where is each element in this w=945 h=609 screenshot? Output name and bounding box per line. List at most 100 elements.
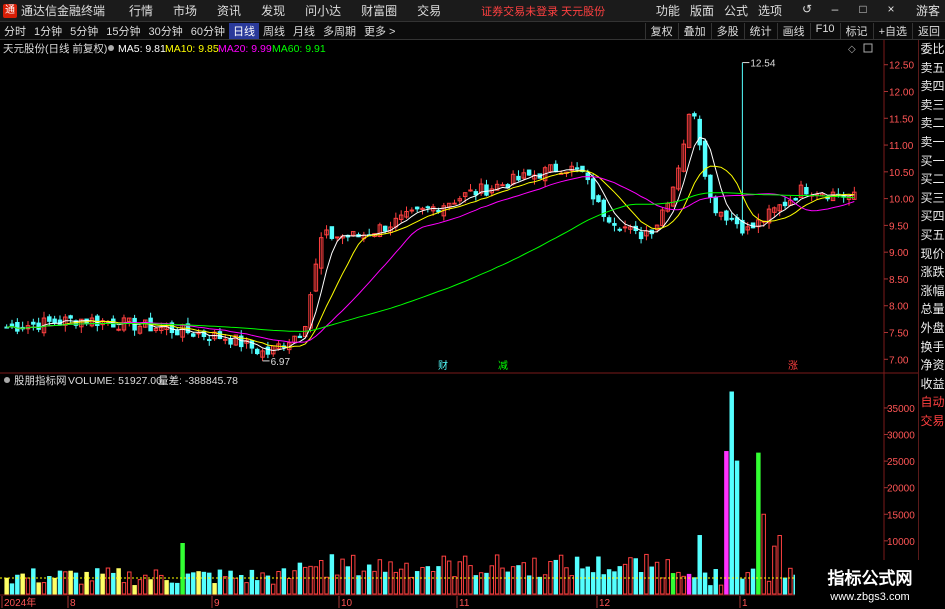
volume-tick: 15000 [887, 510, 915, 521]
volume-bar [772, 545, 777, 595]
candle-body [574, 167, 580, 170]
candle-body [36, 322, 41, 330]
menu-wealth-circle[interactable]: 财富圈 [351, 2, 407, 19]
menu-options[interactable]: 选项 [753, 2, 787, 19]
period-timeshare[interactable]: 分时 [0, 23, 30, 39]
period-1min[interactable]: 1分钟 [30, 23, 66, 39]
volume-bar [446, 560, 452, 595]
guest-label[interactable]: 游客 [911, 2, 945, 19]
side-panel-item[interactable]: 卖二 [919, 114, 945, 133]
period-monthly[interactable]: 月线 [289, 23, 319, 39]
side-panel-item[interactable]: 卖五 [919, 59, 945, 78]
event-marker-reduce[interactable]: 减 [498, 360, 508, 372]
menu-formula[interactable]: 公式 [719, 2, 753, 19]
period-60min[interactable]: 60分钟 [187, 23, 229, 39]
period-multi[interactable]: 多周期 [319, 23, 360, 39]
tool-add-watch[interactable]: +自选 [872, 22, 912, 39]
menu-discover[interactable]: 发现 [251, 2, 295, 19]
tool-mark[interactable]: 标记 [839, 22, 873, 39]
volume-bar [756, 452, 761, 595]
volume-bar [137, 579, 143, 595]
side-panel-item[interactable]: 卖四 [919, 77, 945, 96]
side-panel-item[interactable]: 净资 [919, 356, 945, 375]
side-panel-item[interactable]: 卖三 [919, 96, 945, 115]
side-panel-item[interactable]: 外盘 [919, 319, 945, 338]
side-panel-item[interactable]: 涨跌 [919, 263, 945, 282]
volume-bar [4, 577, 9, 595]
tool-adjust[interactable]: 复权 [644, 22, 678, 39]
period-more[interactable]: 更多 > [360, 23, 399, 39]
candle-body [452, 202, 457, 205]
candle-body [31, 321, 36, 325]
menu-ask-xiaoda[interactable]: 问小达 [295, 2, 351, 19]
refresh-icon[interactable]: ↺ [793, 2, 821, 19]
volume-tick: 10000 [887, 537, 915, 548]
volume-bar [468, 565, 473, 595]
candle-body [697, 118, 702, 146]
menu-trade[interactable]: 交易 [407, 2, 451, 19]
side-panel-item[interactable]: 买二 [919, 170, 945, 189]
volume-bar [777, 535, 782, 595]
tool-f10[interactable]: F10 [809, 22, 840, 39]
volume-bar [95, 568, 100, 595]
side-panel-item[interactable]: 卖一 [919, 133, 945, 152]
side-panel-item[interactable]: 买三 [919, 189, 945, 208]
candle-body [617, 228, 622, 231]
candle-body [196, 332, 201, 335]
period-30min[interactable]: 30分钟 [145, 23, 187, 39]
volume-bar [318, 560, 324, 595]
menu-news[interactable]: 资讯 [207, 2, 251, 19]
maximize-icon[interactable]: □ [849, 2, 877, 19]
chart-canvas[interactable]: 天元股份(日线 前复权) MA5: 9.81 MA10: 9.85 MA20: … [0, 40, 918, 609]
volume-indicator-title[interactable]: 股朋指标网 [14, 374, 67, 387]
side-panel-item[interactable]: 换手 [919, 338, 945, 357]
tool-stats[interactable]: 统计 [743, 22, 777, 39]
candle-body [526, 169, 532, 176]
side-panel-item[interactable]: 交易 [919, 412, 945, 431]
quote-side-panel: 委比 卖五 卖四 卖三 卖二 卖一 买一 买二 买三 买四 买五 现价 涨跌 涨幅 总量 外盘 换手 净资 收益 自动… [918, 40, 945, 609]
volume-bar [628, 557, 633, 595]
period-daily[interactable]: 日线 [229, 22, 259, 39]
price-tick: 9.50 [889, 221, 909, 232]
volume-bar [89, 580, 95, 595]
side-panel-item[interactable]: 自动 [919, 393, 945, 412]
tool-draw[interactable]: 画线 [776, 22, 810, 39]
tool-back[interactable]: 返回 [912, 22, 945, 39]
side-panel-item[interactable]: 买四 [919, 207, 945, 226]
menu-layout[interactable]: 版面 [685, 2, 719, 19]
volume-bar [52, 577, 57, 595]
login-notice[interactable]: 证券交易未登录 天元股份 [481, 3, 605, 19]
event-marker-rise[interactable]: 涨 [788, 360, 798, 372]
menu-market[interactable]: 市场 [163, 2, 207, 19]
indicator-toggle-icon[interactable] [4, 377, 10, 383]
price-tick: 10.50 [889, 168, 914, 179]
diamond-icon[interactable]: ◇ [848, 44, 856, 55]
period-15min[interactable]: 15分钟 [102, 23, 144, 39]
panel-toggle-icon[interactable] [863, 43, 873, 53]
menu-bar: 通 通达信金融终端 行情 市场 资讯 发现 问小达 财富圈 交易 证券交易未登录… [0, 0, 945, 22]
minimize-icon[interactable]: – [821, 2, 849, 19]
side-panel-item[interactable]: 买五 [919, 226, 945, 245]
ma-toggle-icon[interactable] [108, 45, 114, 51]
candle-body [334, 236, 340, 239]
volume-bar [345, 566, 351, 595]
side-panel-item[interactable]: 买一 [919, 152, 945, 171]
side-panel-item[interactable]: 收益 [919, 375, 945, 394]
side-panel-item[interactable]: 涨幅 [919, 282, 945, 301]
menu-functions[interactable]: 功能 [651, 2, 685, 19]
event-marker-finance[interactable]: 财 [438, 359, 448, 372]
menu-quotes[interactable]: 行情 [119, 2, 163, 19]
ma5-label: MA5: 9.81 [118, 43, 166, 55]
period-weekly[interactable]: 周线 [259, 23, 289, 39]
close-icon[interactable]: × [877, 2, 905, 19]
tool-multi-stock[interactable]: 多股 [710, 22, 744, 39]
side-panel-item[interactable]: 委比 [919, 40, 945, 59]
volume-bar [761, 513, 766, 595]
side-panel-item[interactable]: 总量 [919, 300, 945, 319]
side-panel-item[interactable]: 现价 [919, 245, 945, 264]
period-5min[interactable]: 5分钟 [66, 23, 102, 39]
tool-overlay[interactable]: 叠加 [677, 22, 711, 39]
volume-bar [57, 570, 63, 595]
volume-bar [233, 577, 239, 595]
candle-body [713, 196, 718, 214]
